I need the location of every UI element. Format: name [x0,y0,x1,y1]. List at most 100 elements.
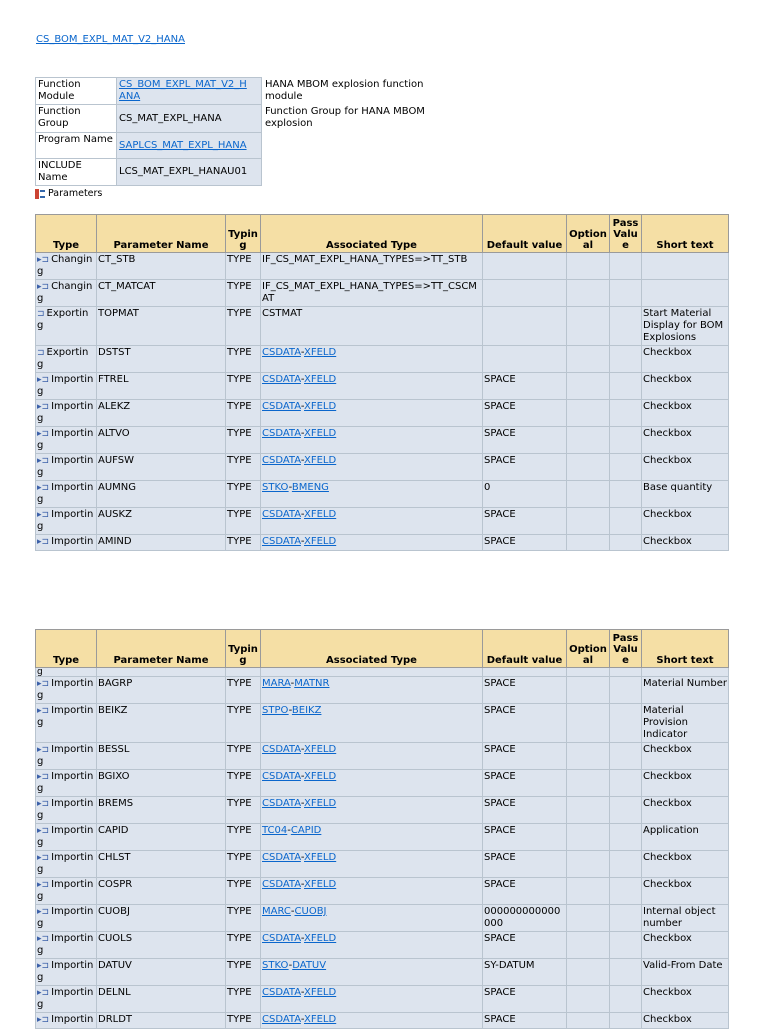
associated-type: CSDATA-XFELD [260,985,483,1013]
associated-type-field-link[interactable]: XFELD [304,1014,336,1025]
empty-cell [225,667,261,677]
info-value-link[interactable]: CS_BOM_EXPL_MAT_V2_H ANA [119,79,247,102]
associated-type-field-link[interactable]: XFELD [304,879,336,890]
column-header-typing: Typin g [225,214,261,253]
associated-type-table-link[interactable]: CSDATA [262,536,301,547]
pass-value-flag [609,453,642,481]
associated-type-table-link[interactable]: CSDATA [262,509,301,520]
direction-icon: ▸⊐ [37,799,50,809]
pass-value-flag [609,480,642,508]
associated-type-field-link[interactable]: BEIKZ [292,705,322,716]
associated-type-field-link[interactable]: BMENG [292,482,329,493]
associated-type-table-link[interactable]: STKO [262,960,289,971]
column-header-optional: Option al [566,629,610,668]
associated-type-table-link[interactable]: CSDATA [262,744,301,755]
direction-icon: ⊐ [37,309,45,319]
associated-type-field-link[interactable]: XFELD [304,771,336,782]
param-name: BAGRP [96,676,226,704]
optional-flag [566,399,610,427]
associated-type-table-link[interactable]: CSDATA [262,374,301,385]
function-module-link[interactable]: CS_BOM_EXPL_MAT_V2_HANA [36,34,185,45]
info-value-text: CS_MAT_EXPL_HANA [119,112,222,124]
optional-flag [566,958,610,986]
associated-type-field-link[interactable]: MATNR [294,678,329,689]
param-name: TOPMAT [96,306,226,346]
associated-type-table-link[interactable]: CSDATA [262,347,301,358]
associated-type-field-link[interactable]: XFELD [304,455,336,466]
param-type: ▸⊐ Changing [35,252,97,280]
param-name: CUOBJ [96,904,226,932]
param-typing: TYPE [225,796,261,824]
parameters-label: Parameters [35,188,102,199]
param-type: ⊐ Exportin g [35,306,97,346]
param-type: ▸⊐ Importin g [35,796,97,824]
short-text: Checkbox [641,426,729,454]
pass-value-flag [609,372,642,400]
associated-type-field-link[interactable]: CUOBJ [295,906,327,917]
info-label: Function Module [35,77,117,105]
associated-type-table-link[interactable]: MARA [262,678,291,689]
associated-type-table-link[interactable]: CSDATA [262,798,301,809]
param-type-label: Importin [51,1014,94,1025]
associated-type-table-link[interactable]: CSDATA [262,933,301,944]
associated-type-field-link[interactable]: XFELD [304,401,336,412]
info-description [262,159,443,186]
param-name: BREMS [96,796,226,824]
param-type: ▸⊐ Importin g [35,703,97,743]
param-typing: TYPE [225,345,261,373]
associated-type-table-link[interactable]: STKO [262,482,289,493]
associated-type: STKO-DATUV [260,958,483,986]
associated-type-table-link[interactable]: TC04 [262,825,287,836]
short-text: Checkbox [641,453,729,481]
associated-type: CSDATA-XFELD [260,399,483,427]
associated-type-field-link[interactable]: DATUV [292,960,326,971]
associated-type-table-link[interactable]: CSDATA [262,455,301,466]
associated-type-table-link[interactable]: CSDATA [262,987,301,998]
associated-type-field-link[interactable]: XFELD [304,536,336,547]
associated-type-field-link[interactable]: XFELD [304,744,336,755]
pass-value-flag [609,252,642,280]
default-value: SPACE [482,985,567,1013]
short-text [641,252,729,280]
associated-type-table-link[interactable]: CSDATA [262,852,301,863]
table-row: ▸⊐ Importin g CUOLS TYPE CSDATA-XFELD SPACE Che… [35,931,729,959]
table-row-continuation: g [35,667,729,677]
associated-type-field-link[interactable]: XFELD [304,374,336,385]
short-text: Valid-From Date [641,958,729,986]
associated-type-field-link[interactable]: CAPID [291,825,322,836]
associated-type-table-link[interactable]: CSDATA [262,879,301,890]
param-type: ▸⊐ Importin g [35,426,97,454]
associated-type-table-link[interactable]: CSDATA [262,428,301,439]
info-value: CS_MAT_EXPL_HANA [116,104,262,133]
direction-icon: ▸⊐ [37,429,50,439]
associated-type-table-link[interactable]: CSDATA [262,771,301,782]
optional-flag [566,306,610,346]
associated-type-field-link[interactable]: XFELD [304,933,336,944]
associated-type-field-link[interactable]: XFELD [304,509,336,520]
pass-value-flag [609,904,642,932]
param-name: CHLST [96,850,226,878]
associated-type-table-link[interactable]: STPO [262,705,289,716]
table-row: ▸⊐ Importin g FTREL TYPE CSDATA-XFELD SPACE Che… [35,372,729,400]
associated-type-field-link[interactable]: XFELD [304,798,336,809]
associated-type-field-link[interactable]: XFELD [304,428,336,439]
table-row: ▸⊐ Importin g ALEKZ TYPE CSDATA-XFELD SPACE Che… [35,399,729,427]
associated-type-table-link[interactable]: CSDATA [262,401,301,412]
param-type: ▸⊐ Importin g [35,850,97,878]
info-value-link[interactable]: SAPLCS_MAT_EXPL_HANA [119,140,247,151]
associated-type-table-link[interactable]: CSDATA [262,1014,301,1025]
default-value: SPACE [482,372,567,400]
pass-value-flag [609,345,642,373]
table-row: ▸⊐ Importin g COSPR TYPE CSDATA-XFELD SPACE Che… [35,877,729,905]
associated-type: CSDATA-XFELD [260,372,483,400]
associated-type-field-link[interactable]: XFELD [304,347,336,358]
associated-type-field-link[interactable]: XFELD [304,987,336,998]
associated-type-table-link[interactable]: MARC [262,906,291,917]
param-name: BEIKZ [96,703,226,743]
default-value [482,252,567,280]
associated-type-field-link[interactable]: XFELD [304,852,336,863]
column-header-associated-type: Associated Type [260,214,483,253]
short-text: Checkbox [641,507,729,535]
associated-type: CSDATA-XFELD [260,507,483,535]
associated-type: CSDATA-XFELD [260,1012,483,1029]
